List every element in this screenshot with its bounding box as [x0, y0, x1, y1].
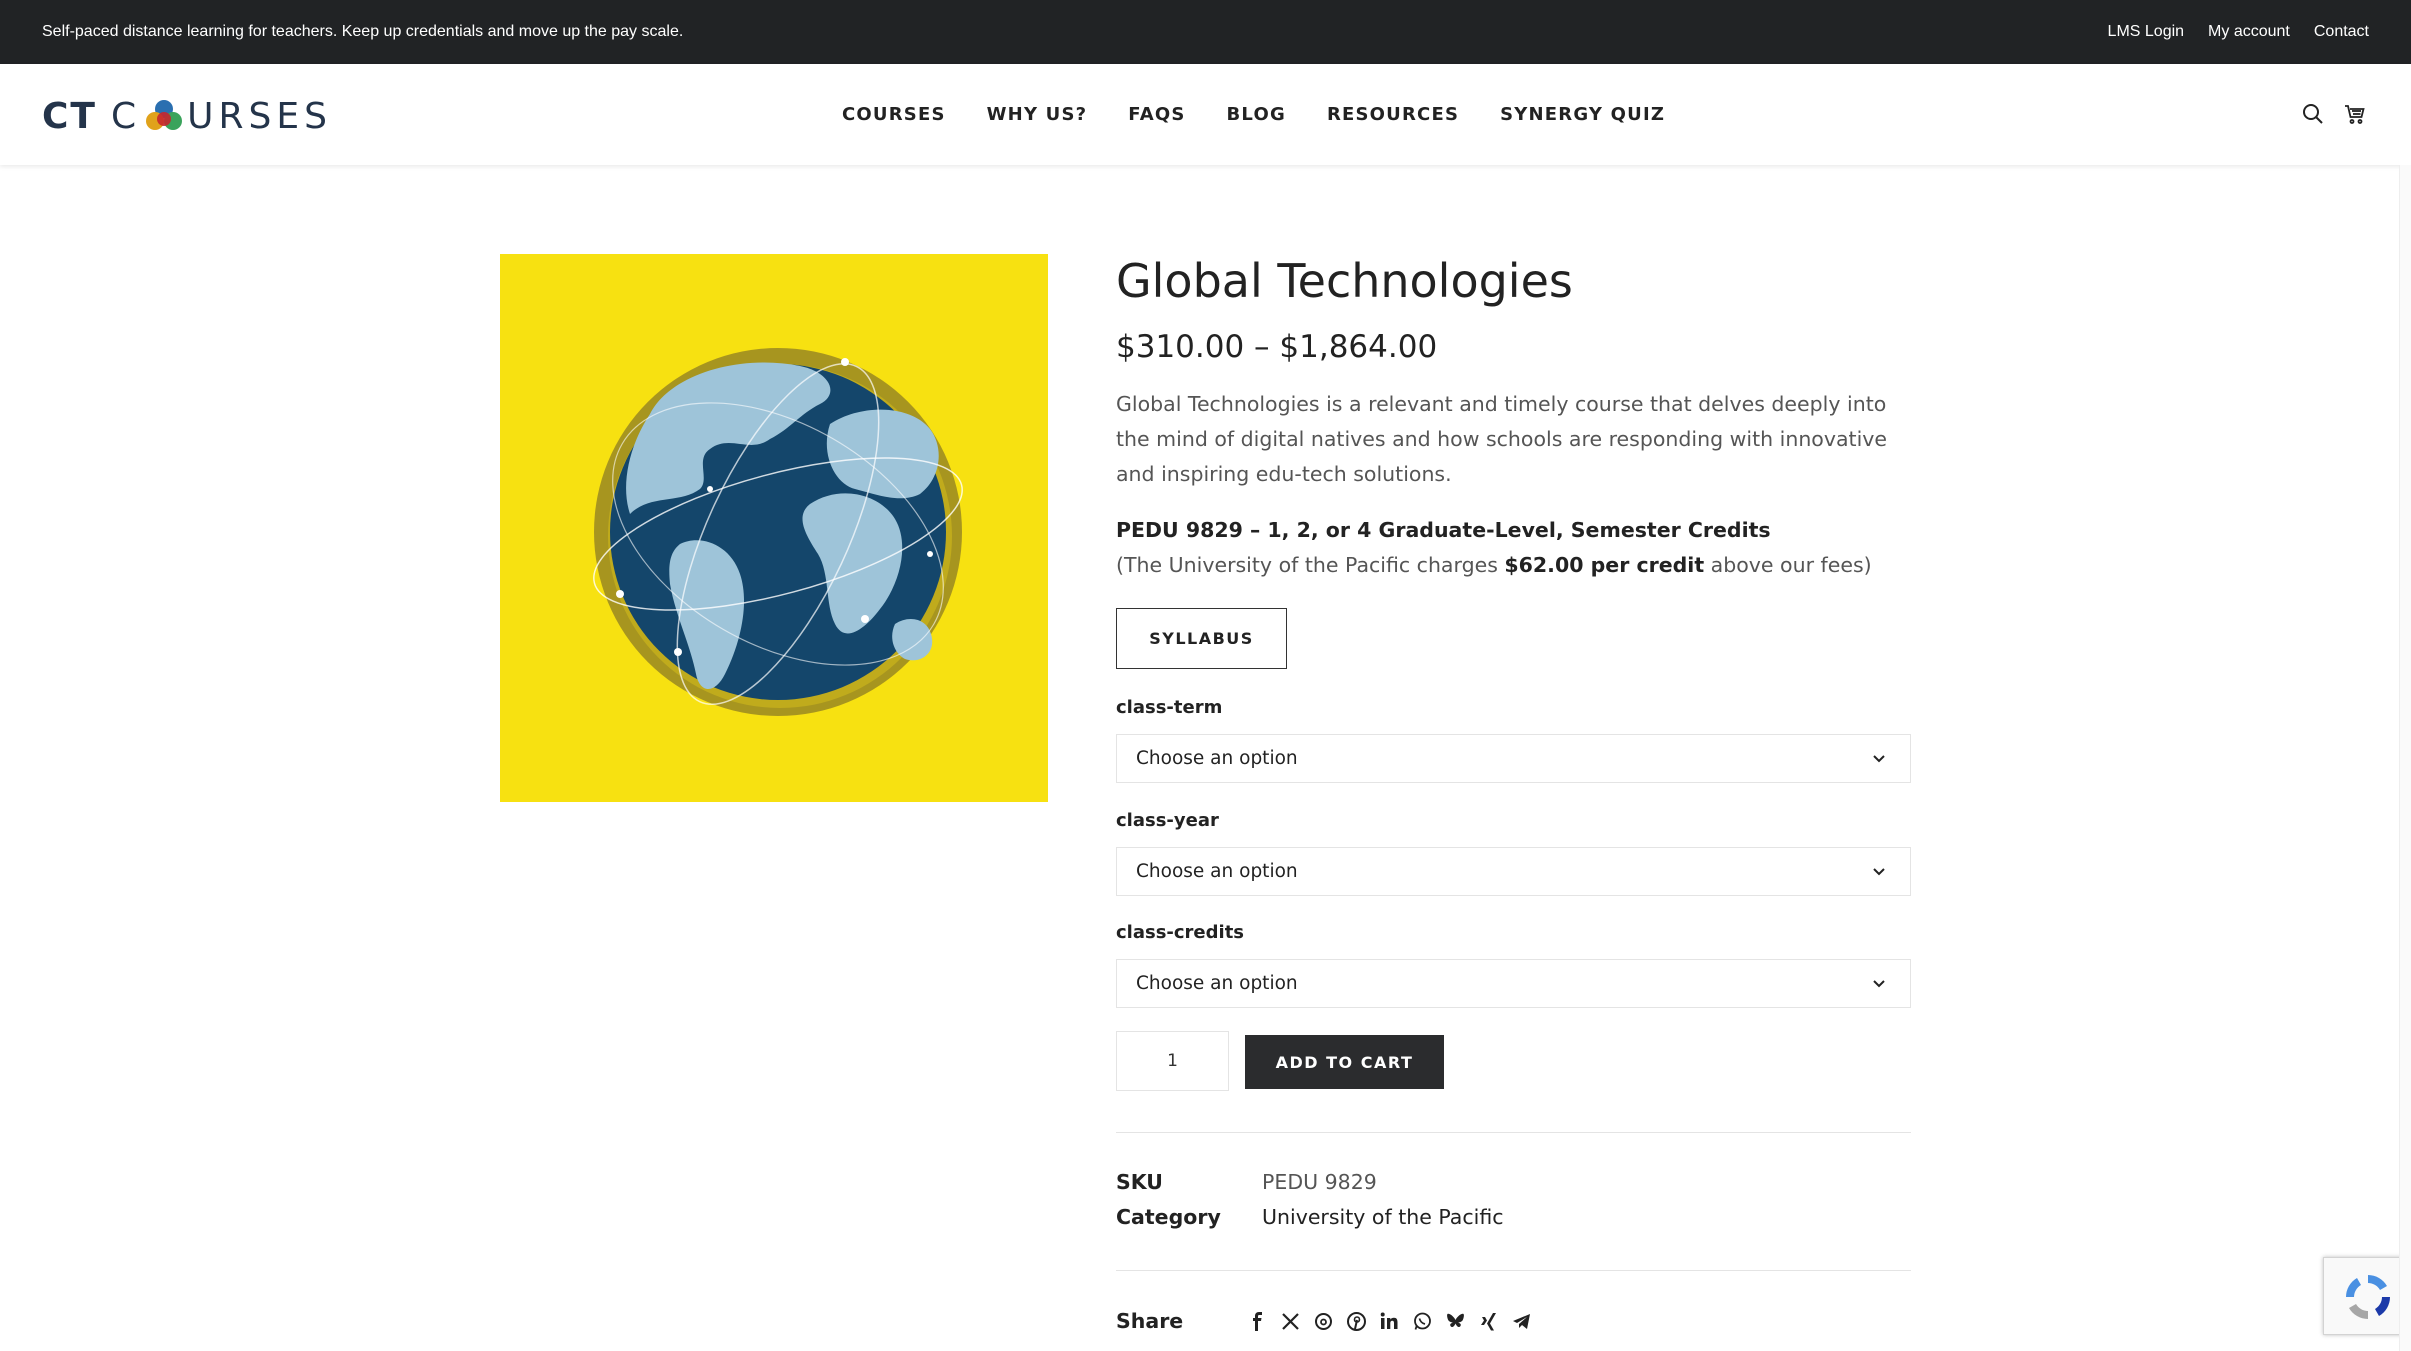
main-nav: COURSES WHY US? FAQS BLOG RESOURCES SYNE…	[842, 104, 1706, 125]
sku-value: PEDU 9829	[1262, 1170, 1377, 1194]
cart-icon[interactable]	[2343, 102, 2367, 126]
pinterest-icon[interactable]	[1346, 1311, 1367, 1332]
logo[interactable]: CT C URSES	[42, 94, 332, 138]
threads-icon[interactable]	[1313, 1311, 1334, 1332]
logo-rest-letters: URSES	[187, 95, 332, 137]
class-year-value: Choose an option	[1136, 861, 1298, 882]
share-icons	[1247, 1311, 1532, 1332]
product-title: Global Technologies	[1116, 254, 1573, 308]
xing-icon[interactable]	[1478, 1311, 1499, 1332]
class-credits-select[interactable]: Choose an option	[1116, 959, 1911, 1008]
globe-illustration	[593, 348, 963, 716]
logo-circles-icon	[146, 100, 183, 130]
fee-prefix: (The University of the Pacific charges	[1116, 553, 1505, 577]
search-icon[interactable]	[2301, 102, 2325, 126]
syllabus-button[interactable]: SYLLABUS	[1116, 608, 1287, 669]
class-credits-value: Choose an option	[1136, 973, 1298, 994]
quantity-input[interactable]: 1	[1116, 1031, 1229, 1091]
credits-line: PEDU 9829 – 1, 2, or 4 Graduate-Level, S…	[1116, 518, 1771, 542]
nav-blog[interactable]: BLOG	[1227, 104, 1286, 125]
class-term-value: Choose an option	[1136, 748, 1298, 769]
nav-synergy-quiz[interactable]: SYNERGY QUIZ	[1500, 104, 1665, 125]
fee-suffix: above our fees)	[1704, 553, 1872, 577]
top-links: LMS Login My account Contact	[2084, 23, 2369, 41]
header-icons	[2301, 102, 2367, 126]
product-image[interactable]	[500, 254, 1048, 802]
my-account-link[interactable]: My account	[2208, 23, 2290, 41]
class-year-label: class-year	[1116, 810, 1219, 831]
nav-faqs[interactable]: FAQS	[1128, 104, 1185, 125]
tagline: Self-paced distance learning for teacher…	[42, 23, 684, 40]
scrollbar[interactable]	[2399, 165, 2411, 1351]
sku-label: SKU	[1116, 1170, 1163, 1194]
top-bar: Self-paced distance learning for teacher…	[0, 0, 2411, 64]
recaptcha-icon	[2346, 1275, 2390, 1319]
contact-link[interactable]: Contact	[2314, 23, 2369, 41]
product-price: $310.00 – $1,864.00	[1116, 329, 1438, 365]
product-description: Global Technologies is a relevant and ti…	[1116, 392, 1888, 486]
facebook-icon[interactable]	[1247, 1311, 1268, 1332]
logo-c-letter: C	[110, 95, 142, 137]
chevron-down-icon	[1873, 980, 1885, 988]
category-link[interactable]: University of the Pacific	[1262, 1205, 1504, 1229]
fee-amount: $62.00 per credit	[1504, 553, 1705, 577]
chevron-down-icon	[1873, 868, 1885, 876]
class-year-select[interactable]: Choose an option	[1116, 847, 1911, 896]
divider	[1116, 1270, 1911, 1271]
add-to-cart-button[interactable]: ADD TO CART	[1245, 1035, 1444, 1089]
whatsapp-icon[interactable]	[1412, 1311, 1433, 1332]
divider	[1116, 1132, 1911, 1133]
nav-why-us[interactable]: WHY US?	[987, 104, 1088, 125]
fee-note: (The University of the Pacific charges $…	[1116, 553, 1872, 577]
x-icon[interactable]	[1280, 1311, 1301, 1332]
site-header: CT C URSES COURSES WHY US? FAQS BLOG RES…	[0, 64, 2411, 165]
nav-resources[interactable]: RESOURCES	[1327, 104, 1459, 125]
share-label: Share	[1116, 1309, 1184, 1333]
linkedin-icon[interactable]	[1379, 1311, 1400, 1332]
recaptcha-badge[interactable]	[2323, 1257, 2411, 1335]
lms-login-link[interactable]: LMS Login	[2108, 23, 2185, 41]
telegram-icon[interactable]	[1511, 1311, 1532, 1332]
class-term-label: class-term	[1116, 697, 1223, 718]
bluesky-icon[interactable]	[1445, 1311, 1466, 1332]
logo-ct-text: CT	[42, 95, 97, 137]
class-credits-label: class-credits	[1116, 922, 1245, 943]
logo-courses-text: C URSES	[111, 96, 332, 137]
class-term-select[interactable]: Choose an option	[1116, 734, 1911, 783]
nav-courses[interactable]: COURSES	[842, 104, 946, 125]
category-label: Category	[1116, 1205, 1221, 1229]
chevron-down-icon	[1873, 755, 1885, 763]
